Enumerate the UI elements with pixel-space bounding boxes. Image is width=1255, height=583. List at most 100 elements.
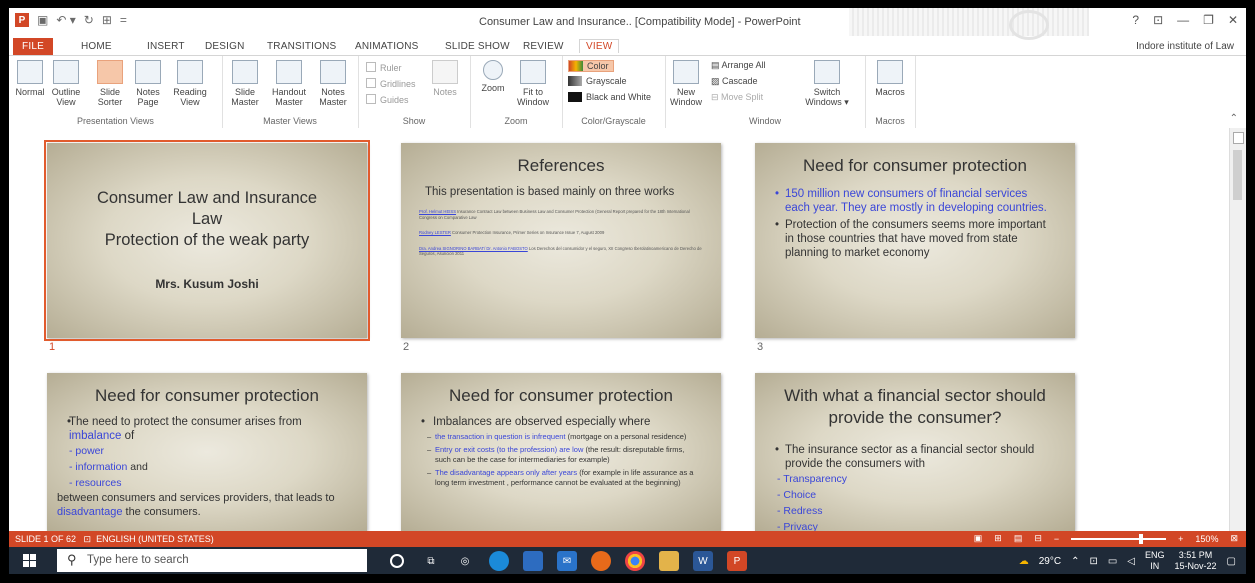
zoom-slider-knob[interactable] <box>1139 533 1144 544</box>
undo-icon[interactable]: ↶ ▾ <box>56 13 75 27</box>
slide-author: Mrs. Kusum Joshi <box>155 277 259 291</box>
slide-title: References <box>517 156 605 175</box>
zoom-in-icon[interactable]: + <box>1178 534 1183 544</box>
notes-page-button[interactable]: Notes Page <box>131 60 165 107</box>
fit-slide-icon[interactable]: ⊠ <box>1230 533 1238 544</box>
tab-file[interactable]: FILE <box>13 38 53 55</box>
vertical-scrollbar[interactable] <box>1229 128 1246 531</box>
tab-animations[interactable]: ANIMATIONS <box>355 41 418 52</box>
color-button[interactable]: Color <box>568 60 614 72</box>
restore-button[interactable]: ❐ <box>1203 13 1214 27</box>
tab-transitions[interactable]: TRANSITIONS <box>267 41 336 52</box>
firefox-icon[interactable] <box>591 551 611 571</box>
tab-insert[interactable]: INSERT <box>147 41 185 52</box>
zoom-out-icon[interactable]: − <box>1054 534 1059 544</box>
weather-icon[interactable]: ☁ <box>1019 556 1029 567</box>
normal-view-button[interactable]: Normal <box>13 60 47 97</box>
ribbon-display-options-button[interactable]: ⊡ <box>1153 13 1163 27</box>
slide-count: SLIDE 1 OF 62 <box>15 534 77 544</box>
slide-subpoint: Redress <box>755 503 1075 519</box>
account-name[interactable]: Indore institute of Law <box>1136 41 1234 52</box>
handout-master-button[interactable]: Handout Master <box>272 60 306 107</box>
reading-view-button[interactable]: Reading View <box>173 60 207 107</box>
arrange-all-button[interactable]: ▤ Arrange All <box>711 60 766 71</box>
tab-design[interactable]: DESIGN <box>205 41 245 52</box>
file-explorer-icon[interactable] <box>659 551 679 571</box>
slide-thumbnail-2[interactable]: References This presentation is based ma… <box>401 143 721 338</box>
slide-sorter-button[interactable]: Slide Sorter <box>93 60 127 107</box>
store-icon[interactable] <box>523 551 543 571</box>
cortana-icon[interactable] <box>390 554 404 568</box>
switch-windows-button[interactable]: Switch Windows ▾ <box>803 60 851 107</box>
redo-icon[interactable]: ↻ <box>84 13 94 27</box>
chrome-icon[interactable] <box>625 551 645 571</box>
zoom-slider[interactable] <box>1071 533 1167 544</box>
slide-thumbnail-6[interactable]: With what a financial sector should prov… <box>755 373 1075 531</box>
notifications-icon[interactable]: ▢ <box>1227 556 1236 567</box>
fit-to-window-button[interactable]: Fit to Window <box>516 60 550 107</box>
slide-sorter-status-icon[interactable]: ⊞ <box>994 533 1002 544</box>
slide-text: This presentation is based mainly on thr… <box>425 186 675 198</box>
group-master-views: Slide Master Handout Master Notes Master… <box>222 56 359 128</box>
volume-icon[interactable]: ◁ <box>1127 556 1135 567</box>
help-button[interactable]: ? <box>1132 13 1139 27</box>
minimize-button[interactable]: — <box>1177 13 1189 27</box>
zoom-button[interactable]: Zoom <box>476 60 510 93</box>
language-indicator[interactable]: ENGLISH (UNITED STATES) <box>96 534 214 544</box>
temperature[interactable]: 29°C <box>1039 556 1061 567</box>
outline-view-button[interactable]: Outline View <box>49 60 83 107</box>
status-right: ▣ ⊞ ▤ ⊟ − + 150% ⊠ <box>974 533 1238 544</box>
magnifier-icon <box>483 60 503 80</box>
scroll-up-icon[interactable] <box>1233 132 1244 144</box>
battery-icon[interactable]: ▭ <box>1108 556 1117 567</box>
slide-thumbnail-5[interactable]: Need for consumer protection Imbalances … <box>401 373 721 531</box>
reference-item: Prof. Helmut HEISS Insurance Contract La… <box>419 209 690 220</box>
language-indicator[interactable]: ENG IN <box>1145 550 1165 572</box>
tab-review[interactable]: REVIEW <box>523 41 564 52</box>
start-from-beginning-icon[interactable]: ⊞ <box>102 13 112 27</box>
slide-master-button[interactable]: Slide Master <box>228 60 262 107</box>
tab-home[interactable]: HOME <box>81 41 112 52</box>
collapse-ribbon-icon[interactable]: ⌃ <box>1230 113 1238 124</box>
steam-icon[interactable]: ◎ <box>455 551 475 571</box>
move-split-button[interactable]: ⊟ Move Split <box>711 92 763 103</box>
tab-slide-show[interactable]: SLIDE SHOW <box>445 41 510 52</box>
guides-checkbox[interactable]: Guides <box>366 94 409 105</box>
zoom-level[interactable]: 150% <box>1195 534 1218 544</box>
word-icon[interactable]: W <box>693 551 713 571</box>
close-button[interactable]: ✕ <box>1228 13 1238 27</box>
taskbar-search-input[interactable]: ⚲ Type here to search <box>57 549 367 572</box>
new-window-button[interactable]: New Window <box>669 60 703 107</box>
switch-windows-icon <box>814 60 840 84</box>
network-icon[interactable]: ⊡ <box>1089 556 1097 567</box>
slide-thumbnail-1[interactable]: Consumer Law and Insurance Law Protectio… <box>44 140 370 341</box>
quick-access-toolbar: P ▣ ↶ ▾ ↻ ⊞ = <box>15 13 127 27</box>
clock[interactable]: 3:51 PM 15-Nov-22 <box>1175 550 1217 572</box>
macros-button[interactable]: Macros <box>873 60 907 97</box>
group-macros: Macros Macros <box>865 56 916 128</box>
notes-master-button[interactable]: Notes Master <box>316 60 350 107</box>
reading-view-status-icon[interactable]: ▤ <box>1014 533 1023 544</box>
save-icon[interactable]: ▣ <box>37 13 48 27</box>
slide-thumbnail-3[interactable]: Need for consumer protection 150 million… <box>755 143 1075 338</box>
tray-overflow-icon[interactable]: ⌃ <box>1071 556 1079 567</box>
slide-thumbnail-4[interactable]: Need for consumer protection The need to… <box>47 373 367 531</box>
black-and-white-button[interactable]: Black and White <box>568 92 651 102</box>
notes-button[interactable]: Notes <box>428 60 462 97</box>
gridlines-checkbox[interactable]: Gridlines <box>366 78 416 89</box>
ruler-checkbox[interactable]: Ruler <box>366 62 402 73</box>
normal-view-status-icon[interactable]: ▣ <box>974 533 983 544</box>
mail-icon[interactable]: ✉ <box>557 551 577 571</box>
customize-qat-icon[interactable]: = <box>120 13 127 27</box>
grayscale-button[interactable]: Grayscale <box>568 76 627 86</box>
color-swatch-icon <box>569 61 583 71</box>
task-view-icon[interactable]: ⧉ <box>421 551 441 571</box>
slide-show-status-icon[interactable]: ⊟ <box>1034 533 1042 544</box>
edge-icon[interactable] <box>489 551 509 571</box>
powerpoint-taskbar-icon[interactable]: P <box>727 551 747 571</box>
windows-start-icon[interactable] <box>23 554 36 567</box>
scrollbar-thumb[interactable] <box>1233 150 1242 200</box>
cascade-button[interactable]: ▨ Cascade <box>711 76 758 87</box>
spelling-check-icon[interactable]: ⊡ <box>84 534 92 544</box>
tab-view[interactable]: VIEW <box>579 39 620 53</box>
